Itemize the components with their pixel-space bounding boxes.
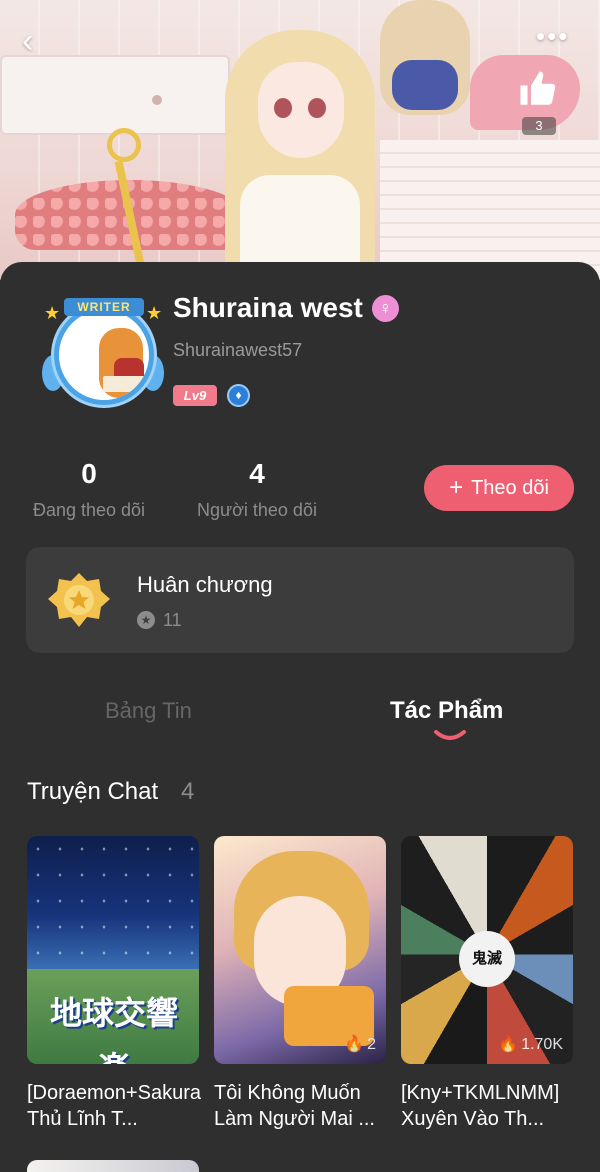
section-count: 4 [181, 778, 195, 805]
profile-name: Shuraina west [173, 292, 363, 323]
tab-works[interactable]: Tác Phẩm [390, 697, 503, 725]
followers-stat[interactable]: 4 Người theo dõi [190, 458, 324, 521]
medals-card[interactable]: Huân chương ★ 11 [26, 547, 574, 653]
thumbs-up-icon [520, 71, 556, 105]
avatar-book [103, 376, 149, 392]
dresser-knob [152, 95, 162, 105]
follow-button-label: Theo dõi [471, 477, 549, 499]
medals-count: 11 [163, 610, 182, 630]
banner-dresser [0, 55, 230, 135]
story-title[interactable]: [Kny+TKMLNMM] Xuyên Vào Th... [401, 1080, 573, 1132]
story-title[interactable]: [Doraemon+Sakura Thủ Lĩnh T... [27, 1080, 201, 1132]
cover-logo: 鬼滅 [459, 931, 515, 987]
profile-handle: Shurainawest57 [173, 340, 303, 360]
medal-icon [48, 573, 110, 627]
avatar[interactable]: WRITER ★ ★ [42, 295, 164, 417]
story-cover[interactable]: 地球交響楽 [27, 836, 199, 1064]
profile-banner [0, 0, 600, 280]
banner-cabinet [380, 140, 600, 280]
medals-title: Huân chương [137, 572, 273, 597]
banner-character-face [258, 62, 344, 158]
more-horizontal-icon: ••• [536, 21, 570, 51]
banner-character-eye-right [308, 98, 326, 118]
star-icon: ★ [146, 303, 163, 323]
story-views: 🔥 1.70K [498, 1034, 563, 1054]
banner-character-eye-left [274, 98, 292, 118]
active-tab-indicator [434, 730, 466, 740]
fire-icon: 🔥 [498, 1036, 519, 1053]
chevron-left-icon: ‹ [22, 22, 34, 60]
banner-wand-top [107, 128, 141, 162]
fire-icon: 🔥 [344, 1036, 365, 1053]
cover-title-art: 地球交響楽 [49, 995, 178, 1064]
banner-plush-bear [380, 0, 470, 115]
tab-news[interactable]: Bảng Tin [105, 698, 192, 724]
avatar-image [54, 305, 154, 405]
following-label: Đang theo dõi [32, 500, 146, 520]
story-cover[interactable]: 🔥 2 [214, 836, 386, 1064]
followers-count: 4 [249, 458, 265, 489]
rank-drop-icon[interactable]: ♦ [227, 384, 250, 407]
level-badge[interactable]: Lv9 [173, 385, 217, 406]
avatar-frame-label: WRITER [64, 298, 144, 316]
star-icon: ★ [44, 303, 61, 323]
story-views-count: 1.70K [521, 1036, 563, 1053]
star-badge-icon: ★ [137, 611, 155, 629]
section-title: Truyện Chat [27, 778, 159, 805]
story-views-count: 2 [367, 1036, 376, 1053]
followers-label: Người theo dõi [197, 500, 317, 520]
story-title[interactable]: Tôi Không Muốn Làm Người Mai ... [214, 1080, 386, 1132]
like-count: 3 [522, 117, 556, 135]
following-stat[interactable]: 0 Đang theo dõi [26, 458, 152, 521]
back-button[interactable]: ‹ [22, 22, 52, 62]
plus-icon: + [449, 474, 464, 501]
female-icon: ♀ [372, 295, 399, 322]
story-views: 🔥 2 [344, 1034, 376, 1054]
follow-button[interactable]: + Theo dõi [424, 465, 574, 511]
following-count: 0 [81, 458, 97, 489]
more-options-button[interactable]: ••• [536, 23, 576, 55]
story-cover-partial[interactable] [27, 1160, 199, 1172]
plush-shirt [392, 60, 458, 110]
story-cover[interactable]: 鬼滅 🔥 1.70K [401, 836, 573, 1064]
